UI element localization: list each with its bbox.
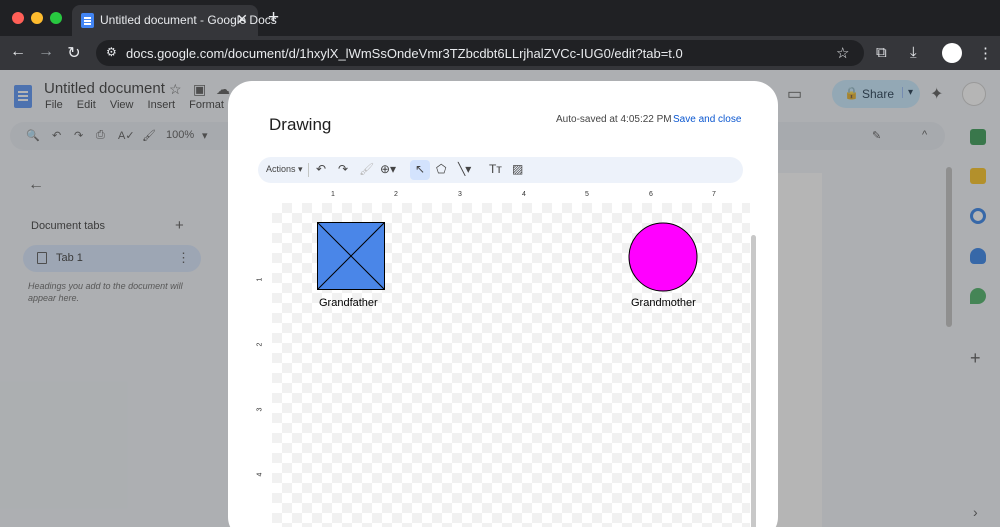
- cast-icon[interactable]: ⧉: [876, 44, 887, 61]
- maximize-window-button[interactable]: [50, 12, 62, 24]
- omnibox[interactable]: ⚙ docs.google.com/document/d/1hxylX_lWmS…: [96, 40, 864, 66]
- ruler-tick-label: 2: [394, 191, 398, 198]
- ruler-tick-label: 3: [256, 407, 264, 412]
- new-tab-button[interactable]: +: [268, 7, 279, 29]
- reload-button[interactable]: ↻: [65, 43, 83, 63]
- close-window-button[interactable]: [12, 12, 24, 24]
- canvas-scrollbar[interactable]: [751, 235, 756, 527]
- actions-menu-button[interactable]: Actions ▾: [266, 164, 303, 175]
- undo-icon[interactable]: ↶: [316, 162, 326, 176]
- save-and-close-button[interactable]: Save and close: [673, 114, 741, 125]
- shape-icon[interactable]: ⬠: [436, 162, 446, 176]
- browser-tab-bar: Untitled document - Google Docs ✕ +: [0, 0, 1000, 36]
- select-arrow-icon: ↖: [415, 162, 426, 176]
- minimize-window-button[interactable]: [31, 12, 43, 24]
- ruler-tick-label: 7: [712, 191, 716, 198]
- ruler-tick-label: 4: [522, 191, 526, 198]
- download-icon[interactable]: ⤓: [910, 44, 917, 61]
- browser-menu-icon[interactable]: ⋮: [978, 44, 993, 62]
- grandfather-square-shape[interactable]: [317, 222, 385, 290]
- ruler-tick-label: 6: [649, 191, 653, 198]
- ruler-tick-label: 1: [256, 277, 264, 282]
- grandmother-circle-shape[interactable]: [628, 222, 698, 292]
- toolbar-divider: [308, 163, 309, 177]
- grandfather-label[interactable]: Grandfather: [319, 297, 378, 309]
- horizontal-ruler: 1 2 3 4 5 6 7: [256, 189, 758, 203]
- ruler-tick-label: 5: [585, 191, 589, 198]
- tab-close-icon[interactable]: ✕: [236, 11, 248, 28]
- image-icon[interactable]: ▨: [512, 162, 523, 176]
- url-text[interactable]: docs.google.com/document/d/1hxylX_lWmSsO…: [126, 46, 683, 61]
- address-bar-row: ← → ↻ ⚙ docs.google.com/document/d/1hxyl…: [0, 36, 1000, 70]
- tab-title: Untitled document - Google Docs: [100, 13, 277, 27]
- drawing-dialog: Drawing Auto-saved at 4:05:22 PM Save an…: [228, 81, 778, 527]
- grandmother-label[interactable]: Grandmother: [631, 297, 696, 309]
- forward-button[interactable]: →: [37, 43, 55, 61]
- line-icon[interactable]: ╲▾: [458, 162, 471, 176]
- google-docs-favicon-icon: [81, 13, 94, 28]
- zoom-icon[interactable]: ⊕▾: [380, 162, 396, 176]
- dialog-title: Drawing: [269, 115, 332, 134]
- site-info-icon[interactable]: ⚙: [106, 45, 117, 59]
- ruler-tick-label: 4: [256, 472, 264, 477]
- browser-tab-active[interactable]: Untitled document - Google Docs ✕: [72, 5, 277, 36]
- back-button[interactable]: ←: [9, 43, 27, 61]
- bookmark-star-icon[interactable]: ☆: [836, 44, 849, 62]
- paint-format-icon[interactable]: 🖌: [359, 162, 374, 176]
- vertical-ruler: 1 2 3 4: [256, 203, 270, 527]
- autosave-status: Auto-saved at 4:05:22 PM: [556, 114, 672, 125]
- ruler-tick-label: 3: [458, 191, 462, 198]
- redo-icon[interactable]: ↷: [338, 162, 348, 176]
- text-box-icon[interactable]: Tт: [489, 162, 502, 176]
- profile-avatar[interactable]: [942, 43, 962, 63]
- drawing-toolbar: Actions ▾ ↶ ↷ 🖌 ⊕▾ ↖ ⬠ ╲▾ Tт ▨: [258, 157, 743, 183]
- ruler-tick-label: 2: [256, 342, 264, 347]
- ruler-tick-label: 1: [331, 191, 335, 198]
